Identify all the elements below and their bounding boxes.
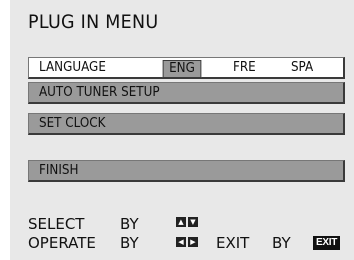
- set-clock-label: SET CLOCK: [39, 116, 106, 131]
- auto-tuner-setup-item[interactable]: AUTO TUNER SETUP: [28, 82, 345, 104]
- set-clock-item[interactable]: SET CLOCK: [28, 113, 345, 135]
- select-text: SELECT: [28, 215, 85, 233]
- left-arrow-icon: ◀: [176, 237, 186, 247]
- up-arrow-icon: ▲: [176, 217, 186, 227]
- select-by-text: BY: [120, 215, 139, 233]
- language-row[interactable]: LANGUAGE ENG FRE SPA: [28, 57, 345, 79]
- language-option-spa[interactable]: SPA: [291, 60, 313, 76]
- menu-screen: PLUG IN MENU LANGUAGE ENG FRE SPA AUTO T…: [10, 0, 354, 260]
- down-arrow-icon: ▼: [188, 217, 198, 227]
- operate-by-text: BY: [120, 234, 139, 252]
- exit-text: EXIT: [216, 234, 250, 252]
- up-down-arrows-icon: ▲ ▼: [176, 217, 198, 227]
- auto-tuner-setup-label: AUTO TUNER SETUP: [39, 85, 160, 100]
- operate-text: OPERATE: [28, 234, 96, 252]
- right-arrow-icon: ▶: [188, 237, 198, 247]
- language-label: LANGUAGE: [39, 60, 106, 75]
- language-option-fre[interactable]: FRE: [233, 60, 256, 76]
- left-right-arrows-icon: ◀ ▶: [176, 237, 198, 247]
- menu-title: PLUG IN MENU: [28, 11, 159, 33]
- exit-key-icon: EXIT: [313, 236, 341, 250]
- language-option-eng[interactable]: ENG: [162, 60, 202, 78]
- finish-label: FINISH: [39, 163, 79, 178]
- finish-item[interactable]: FINISH: [28, 160, 345, 182]
- exit-by-text: BY: [272, 234, 291, 252]
